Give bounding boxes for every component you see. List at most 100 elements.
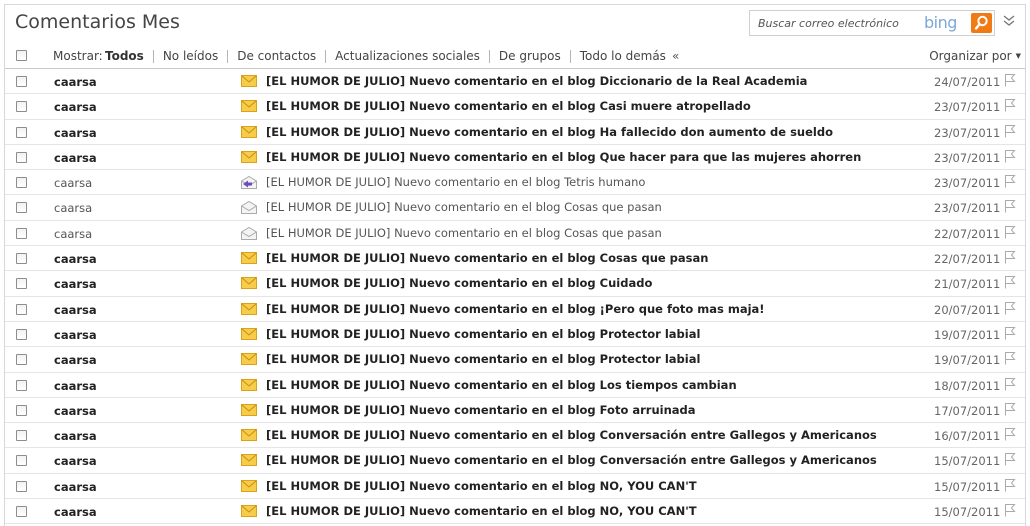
message-subject[interactable]: [EL HUMOR DE JULIO] Nuevo comentario en …: [266, 226, 662, 240]
filter-from-contacts[interactable]: De contactos: [237, 49, 316, 63]
message-subject[interactable]: [EL HUMOR DE JULIO] Nuevo comentario en …: [266, 74, 807, 88]
divider: [569, 49, 571, 63]
search-input[interactable]: [750, 11, 928, 35]
search-button[interactable]: [971, 13, 992, 33]
message-checkbox[interactable]: [16, 101, 27, 113]
message-row[interactable]: caarsa [EL HUMOR DE JULIO] Nuevo comentar…: [5, 170, 1025, 196]
flag-icon[interactable]: [1004, 98, 1016, 112]
dropdown-arrow-icon: ▼: [1015, 52, 1021, 60]
message-checkbox[interactable]: [16, 126, 27, 138]
envelope-open-icon: [241, 226, 257, 240]
select-all-checkbox[interactable]: [16, 50, 27, 61]
message-checkbox[interactable]: [16, 430, 27, 442]
message-row[interactable]: caarsa [EL HUMOR DE JULIO] Nuevo comentar…: [5, 297, 1025, 322]
filter-everything-else[interactable]: Todo lo demás: [580, 49, 666, 63]
message-row[interactable]: caarsa [EL HUMOR DE JULIO] Nuevo comentar…: [5, 271, 1025, 297]
flag-icon[interactable]: [1004, 275, 1016, 289]
message-checkbox[interactable]: [16, 202, 27, 214]
message-subject[interactable]: [EL HUMOR DE JULIO] Nuevo comentario en …: [266, 251, 708, 265]
message-sender: caarsa: [54, 429, 97, 444]
envelope-unread-icon: [241, 150, 257, 163]
message-row[interactable]: caarsa [EL HUMOR DE JULIO] Nuevo comentar…: [5, 373, 1025, 398]
message-checkbox[interactable]: [16, 76, 27, 87]
envelope-unread-icon: [241, 302, 257, 315]
message-checkbox[interactable]: [16, 303, 27, 315]
message-subject[interactable]: [EL HUMOR DE JULIO] Nuevo comentario en …: [266, 504, 697, 518]
message-row[interactable]: caarsa [EL HUMOR DE JULIO] Nuevo comentar…: [5, 347, 1025, 373]
message-subject[interactable]: [EL HUMOR DE JULIO] Nuevo comentario en …: [266, 200, 662, 214]
flag-icon[interactable]: [1004, 351, 1016, 365]
flag-icon[interactable]: [1004, 478, 1016, 492]
message-checkbox[interactable]: [16, 328, 27, 340]
flag-icon[interactable]: [1004, 301, 1016, 315]
message-checkbox[interactable]: [16, 404, 27, 416]
message-sender: caarsa: [54, 403, 97, 418]
message-subject[interactable]: [EL HUMOR DE JULIO] Nuevo comentario en …: [266, 150, 861, 164]
flag-icon[interactable]: [1004, 199, 1016, 213]
message-checkbox[interactable]: [16, 480, 27, 492]
flag-icon[interactable]: [1004, 124, 1016, 138]
message-row[interactable]: caarsa [EL HUMOR DE JULIO] Nuevo comentar…: [5, 474, 1025, 500]
message-row[interactable]: caarsa [EL HUMOR DE JULIO] Nuevo comentar…: [5, 246, 1025, 272]
flag-icon[interactable]: [1004, 377, 1016, 391]
message-subject[interactable]: [EL HUMOR DE JULIO] Nuevo comentario en …: [266, 352, 700, 366]
message-row[interactable]: caarsa [EL HUMOR DE JULIO] Nuevo comentar…: [5, 120, 1025, 145]
flag-icon[interactable]: [1004, 326, 1016, 340]
message-sender: caarsa: [54, 252, 97, 267]
message-subject[interactable]: [EL HUMOR DE JULIO] Nuevo comentario en …: [266, 378, 737, 392]
filter-unread[interactable]: No leídos: [163, 49, 218, 63]
message-subject[interactable]: [EL HUMOR DE JULIO] Nuevo comentario en …: [266, 276, 652, 290]
message-checkbox[interactable]: [16, 177, 27, 189]
message-row[interactable]: caarsa [EL HUMOR DE JULIO] Nuevo comentar…: [5, 94, 1025, 120]
message-row[interactable]: caarsa [EL HUMOR DE JULIO] Nuevo comentar…: [5, 499, 1025, 525]
message-subject[interactable]: [EL HUMOR DE JULIO] Nuevo comentario en …: [266, 99, 751, 113]
message-row[interactable]: caarsa [EL HUMOR DE JULIO] Nuevo comentar…: [5, 423, 1025, 449]
filter-all[interactable]: Todos: [105, 49, 144, 63]
flag-icon[interactable]: [1004, 174, 1016, 188]
message-row[interactable]: caarsa [EL HUMOR DE JULIO] Nuevo comentar…: [5, 398, 1025, 424]
envelope-unread-icon: [241, 429, 257, 442]
flag-icon[interactable]: [1004, 402, 1016, 416]
collapse-chevron-icon[interactable]: [1002, 14, 1016, 28]
organize-by-menu[interactable]: Organizar por ▼: [929, 49, 1021, 63]
message-row[interactable]: caarsa [EL HUMOR DE JULIO] Nuevo comentar…: [5, 221, 1025, 247]
message-subject[interactable]: [EL HUMOR DE JULIO] Nuevo comentario en …: [266, 327, 700, 341]
filter-social-updates[interactable]: Actualizaciones sociales: [335, 49, 480, 63]
message-sender: caarsa: [54, 353, 97, 368]
flag-icon[interactable]: [1004, 427, 1016, 441]
message-checkbox[interactable]: [16, 455, 27, 467]
message-checkbox[interactable]: [16, 379, 27, 391]
collapse-filters-icon[interactable]: «: [672, 49, 679, 63]
message-checkbox[interactable]: [16, 354, 27, 366]
flag-icon[interactable]: [1004, 225, 1016, 239]
message-subject[interactable]: [EL HUMOR DE JULIO] Nuevo comentario en …: [266, 453, 877, 467]
message-sender: caarsa: [54, 226, 93, 241]
message-row[interactable]: caarsa [EL HUMOR DE JULIO] Nuevo comentar…: [5, 448, 1025, 474]
envelope-unread-icon: [241, 353, 257, 366]
envelope-unread-icon: [241, 125, 257, 138]
message-subject[interactable]: [EL HUMOR DE JULIO] Nuevo comentario en …: [266, 175, 645, 189]
message-checkbox[interactable]: [16, 227, 27, 239]
flag-icon[interactable]: [1004, 452, 1016, 466]
message-subject[interactable]: [EL HUMOR DE JULIO] Nuevo comentario en …: [266, 428, 877, 442]
message-checkbox[interactable]: [16, 278, 27, 290]
filter-groups[interactable]: De grupos: [499, 49, 561, 63]
flag-icon[interactable]: [1004, 250, 1016, 264]
message-row[interactable]: caarsa [EL HUMOR DE JULIO] Nuevo comentar…: [5, 195, 1025, 221]
message-row[interactable]: caarsa [EL HUMOR DE JULIO] Nuevo comentar…: [5, 145, 1025, 171]
message-subject[interactable]: [EL HUMOR DE JULIO] Nuevo comentario en …: [266, 302, 765, 316]
flag-icon[interactable]: [1004, 149, 1016, 163]
message-subject[interactable]: [EL HUMOR DE JULIO] Nuevo comentario en …: [266, 403, 696, 417]
message-subject[interactable]: [EL HUMOR DE JULIO] Nuevo comentario en …: [266, 479, 697, 493]
message-checkbox[interactable]: [16, 151, 27, 163]
message-checkbox[interactable]: [16, 506, 27, 518]
message-sender: caarsa: [54, 150, 97, 165]
message-list: caarsa [EL HUMOR DE JULIO] Nuevo comentar…: [5, 69, 1025, 525]
message-subject[interactable]: [EL HUMOR DE JULIO] Nuevo comentario en …: [266, 125, 833, 139]
message-checkbox[interactable]: [16, 253, 27, 265]
message-row[interactable]: caarsa [EL HUMOR DE JULIO] Nuevo comentar…: [5, 322, 1025, 348]
flag-icon[interactable]: [1004, 73, 1016, 87]
flag-icon[interactable]: [1004, 503, 1016, 517]
message-row[interactable]: caarsa [EL HUMOR DE JULIO] Nuevo comentar…: [5, 69, 1025, 95]
message-date: 22/07/2011: [934, 252, 1001, 267]
